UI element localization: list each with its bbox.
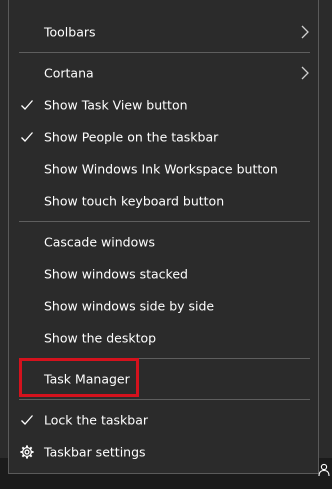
chevron-right-icon [301, 25, 309, 39]
check-icon [21, 415, 33, 425]
menu-separator [19, 52, 310, 53]
menu-item-cortana[interactable]: Cortana [9, 57, 318, 89]
menu-separator [19, 221, 310, 222]
menu-item-label: Cortana [44, 65, 94, 81]
menu-item-toolbars[interactable]: Toolbars [9, 16, 318, 48]
menu-item-label: Show People on the taskbar [44, 129, 219, 145]
menu-separator [19, 399, 310, 400]
chevron-right-icon [301, 66, 309, 80]
menu-item-show-ink-workspace[interactable]: Show Windows Ink Workspace button [9, 153, 318, 185]
menu-item-label: Show Windows Ink Workspace button [44, 161, 278, 177]
menu-item-label: Cascade windows [44, 234, 155, 250]
menu-item-show-task-view[interactable]: Show Task View button [9, 89, 318, 121]
menu-item-show-windows-stacked[interactable]: Show windows stacked [9, 258, 318, 290]
menu-item-lock-taskbar[interactable]: Lock the taskbar [9, 404, 318, 436]
check-icon [21, 100, 33, 110]
menu-separator [19, 358, 310, 359]
menu-item-label: Taskbar settings [44, 444, 146, 460]
check-icon [21, 132, 33, 142]
menu-item-cascade-windows[interactable]: Cascade windows [9, 226, 318, 258]
menu-item-label: Show windows side by side [44, 298, 215, 314]
menu-item-label: Toolbars [44, 24, 96, 40]
menu-item-label: Show Task View button [44, 97, 188, 113]
menu-item-label: Show windows stacked [44, 266, 188, 282]
taskbar-context-menu: Toolbars Cortana Show Task View button S… [8, 0, 319, 474]
menu-item-label: Task Manager [44, 371, 130, 387]
menu-item-label: Show touch keyboard button [44, 193, 225, 209]
menu-item-show-people[interactable]: Show People on the taskbar [9, 121, 318, 153]
menu-item-show-desktop[interactable]: Show the desktop [9, 322, 318, 354]
menu-item-label: Show the desktop [44, 330, 157, 346]
menu-item-task-manager[interactable]: Task Manager [9, 363, 318, 395]
menu-item-label: Lock the taskbar [44, 412, 149, 428]
gear-icon [20, 445, 34, 459]
menu-item-show-touch-keyboard[interactable]: Show touch keyboard button [9, 185, 318, 217]
menu-item-show-windows-side-by-side[interactable]: Show windows side by side [9, 290, 318, 322]
people-icon[interactable] [318, 463, 330, 477]
menu-item-taskbar-settings[interactable]: Taskbar settings [9, 436, 318, 468]
